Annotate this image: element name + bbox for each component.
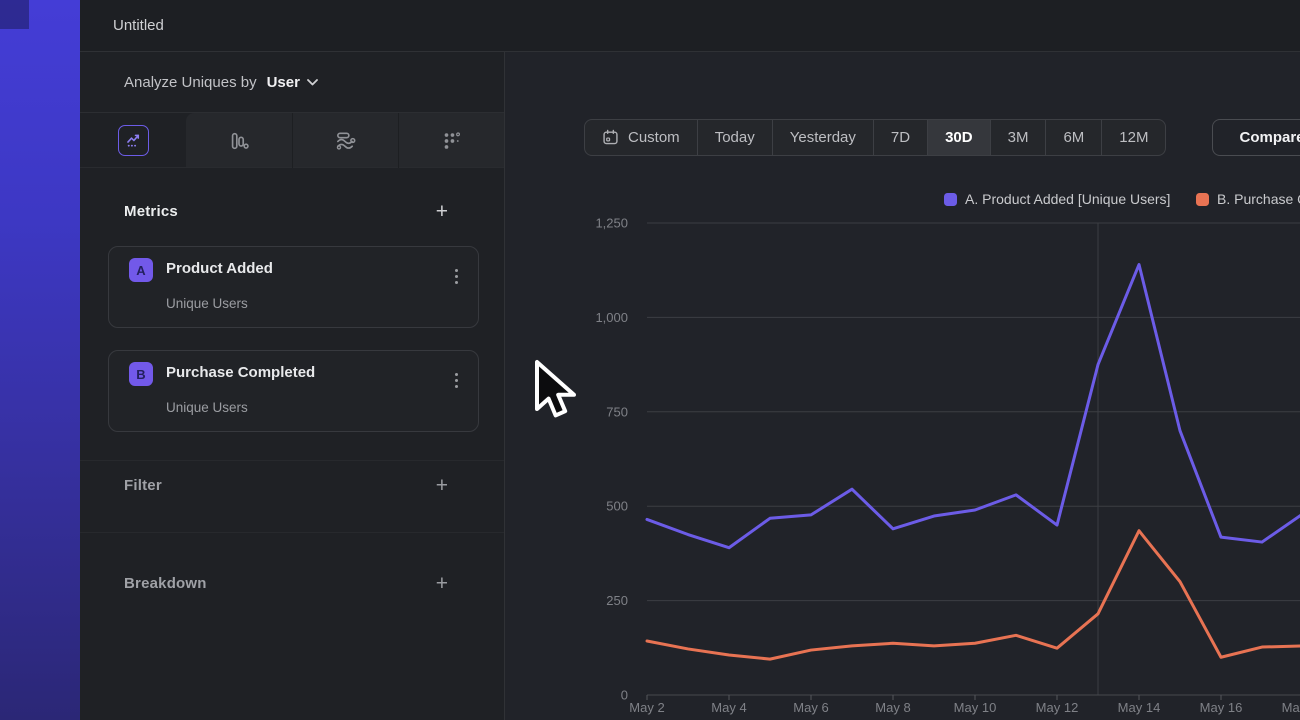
- line-chart[interactable]: 0 250 500 750 1,000 1,250 May 2 May 4 May 6 May 8…: [505, 170, 1300, 720]
- funnel-bars-icon: [228, 130, 250, 152]
- compare-button[interactable]: Compare: [1212, 119, 1300, 156]
- chart-type-tabs: [80, 113, 504, 168]
- top-bar: Untitled: [80, 0, 1300, 52]
- range-today[interactable]: Today: [698, 120, 773, 155]
- report-title[interactable]: Untitled: [113, 17, 164, 34]
- svg-text:1,000: 1,000: [595, 310, 628, 325]
- range-3m[interactable]: 3M: [991, 120, 1047, 155]
- left-gradient-strip: [0, 0, 80, 720]
- corner-shade: [0, 0, 29, 29]
- filter-title: Filter: [124, 477, 162, 494]
- svg-text:May 8: May 8: [875, 700, 910, 715]
- add-breakdown-button[interactable]: +: [436, 573, 448, 594]
- calendar-icon: [602, 129, 619, 146]
- divider: [80, 460, 504, 461]
- analyze-by-dropdown[interactable]: User: [267, 74, 318, 91]
- tab-flows[interactable]: [292, 113, 398, 168]
- line-chart-icon: [118, 125, 149, 156]
- metric-b-badge: B: [129, 362, 153, 386]
- app-window: Untitled Analyze Uniques by User: [0, 0, 1300, 720]
- svg-text:250: 250: [606, 593, 628, 608]
- tab-funnels[interactable]: [186, 113, 292, 168]
- svg-text:May 4: May 4: [711, 700, 746, 715]
- svg-text:May 6: May 6: [793, 700, 828, 715]
- chevron-down-icon: [307, 79, 318, 86]
- range-12m[interactable]: 12M: [1102, 120, 1165, 155]
- tab-retention[interactable]: [398, 113, 504, 168]
- dot-grid-icon: [441, 130, 463, 152]
- svg-text:750: 750: [606, 404, 628, 419]
- breakdown-header: Breakdown +: [80, 573, 504, 594]
- range-custom-label: Custom: [628, 129, 680, 146]
- metric-a-title: Product Added: [166, 260, 273, 277]
- svg-text:May 18: May 18: [1282, 700, 1300, 715]
- add-metric-button[interactable]: +: [436, 201, 448, 222]
- range-7d[interactable]: 7D: [874, 120, 928, 155]
- svg-text:May 12: May 12: [1036, 700, 1079, 715]
- divider: [80, 532, 504, 533]
- analyze-row: Analyze Uniques by User: [80, 52, 504, 113]
- metric-a-menu-icon[interactable]: [455, 269, 458, 284]
- svg-text:May 16: May 16: [1200, 700, 1243, 715]
- metric-b-menu-icon[interactable]: [455, 373, 458, 388]
- range-30d-selected[interactable]: 30D: [928, 120, 991, 155]
- metrics-header: Metrics +: [80, 201, 504, 222]
- analyze-by-value: User: [267, 74, 300, 91]
- breakdown-title: Breakdown: [124, 575, 207, 592]
- chart-panel: Custom Today Yesterday 7D 30D 3M 6M 12M …: [505, 52, 1300, 720]
- date-range-segmented-control: Custom Today Yesterday 7D 30D 3M 6M 12M: [584, 119, 1166, 156]
- svg-text:May 10: May 10: [954, 700, 997, 715]
- metric-b-subtitle[interactable]: Unique Users: [166, 400, 248, 415]
- svg-text:1,250: 1,250: [595, 216, 628, 231]
- range-custom[interactable]: Custom: [585, 120, 698, 155]
- flows-wave-icon: [334, 129, 357, 152]
- filter-header: Filter +: [80, 475, 504, 496]
- metrics-title: Metrics: [124, 203, 178, 220]
- add-filter-button[interactable]: +: [436, 475, 448, 496]
- metric-card-a[interactable]: A Product Added Unique Users: [108, 246, 479, 328]
- analyze-label: Analyze Uniques by: [124, 74, 257, 91]
- sidebar: Analyze Uniques by User: [80, 52, 505, 720]
- metric-b-title: Purchase Completed: [166, 364, 315, 381]
- inactive-tab-group: [186, 113, 504, 167]
- svg-text:May 2: May 2: [629, 700, 664, 715]
- svg-text:500: 500: [606, 499, 628, 514]
- metric-card-b[interactable]: B Purchase Completed Unique Users: [108, 350, 479, 432]
- metric-a-subtitle[interactable]: Unique Users: [166, 296, 248, 311]
- metric-a-badge: A: [129, 258, 153, 282]
- range-6m[interactable]: 6M: [1046, 120, 1102, 155]
- svg-text:May 14: May 14: [1118, 700, 1161, 715]
- tab-insights-line[interactable]: [80, 113, 186, 168]
- svg-text:0: 0: [621, 688, 628, 703]
- range-yesterday[interactable]: Yesterday: [773, 120, 874, 155]
